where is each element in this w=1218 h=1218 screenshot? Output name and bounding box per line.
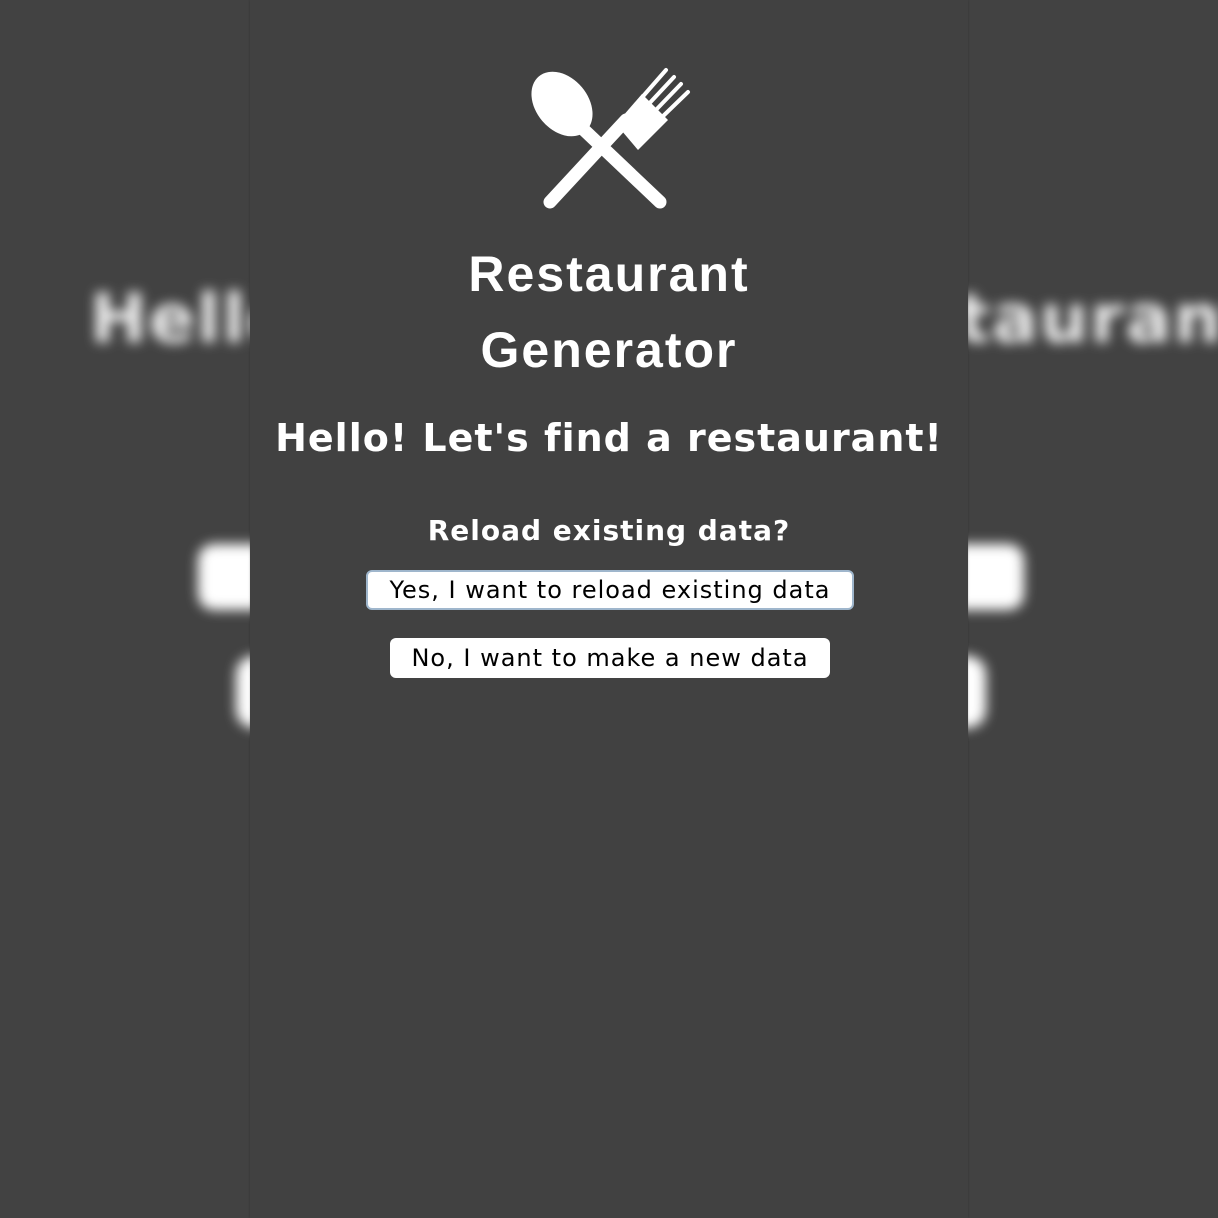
welcome-panel: Restaurant Generator Hello! Let's find a… xyxy=(250,0,968,1218)
reload-data-button[interactable]: Yes, I want to reload existing data xyxy=(366,570,854,610)
new-data-button[interactable]: No, I want to make a new data xyxy=(390,638,830,678)
reload-question: Reload existing data? xyxy=(427,514,791,547)
app-title-line2: Generator xyxy=(480,322,738,378)
app-title: Restaurant Generator xyxy=(250,236,968,388)
greeting-heading: Hello! Let's find a restaurant! xyxy=(275,416,943,460)
app-title-line1: Restaurant xyxy=(468,246,750,302)
spoon-fork-icon xyxy=(531,68,690,209)
